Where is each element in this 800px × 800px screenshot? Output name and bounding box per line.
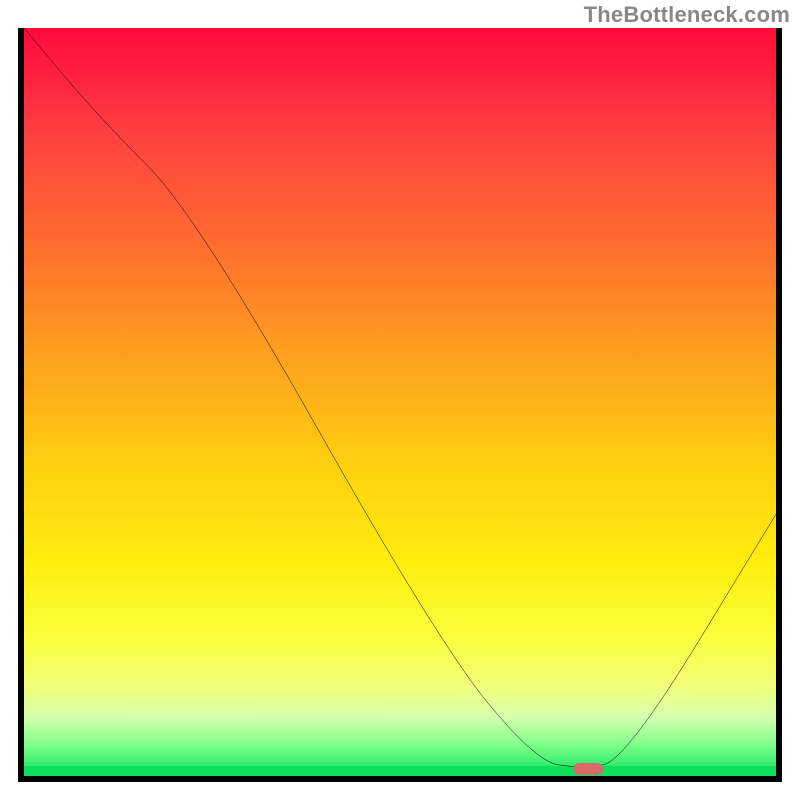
plot-area — [18, 28, 782, 782]
bottleneck-curve — [24, 28, 776, 776]
optimum-marker — [573, 763, 603, 775]
watermark-text: TheBottleneck.com — [584, 2, 790, 28]
chart-frame: TheBottleneck.com — [0, 0, 800, 800]
